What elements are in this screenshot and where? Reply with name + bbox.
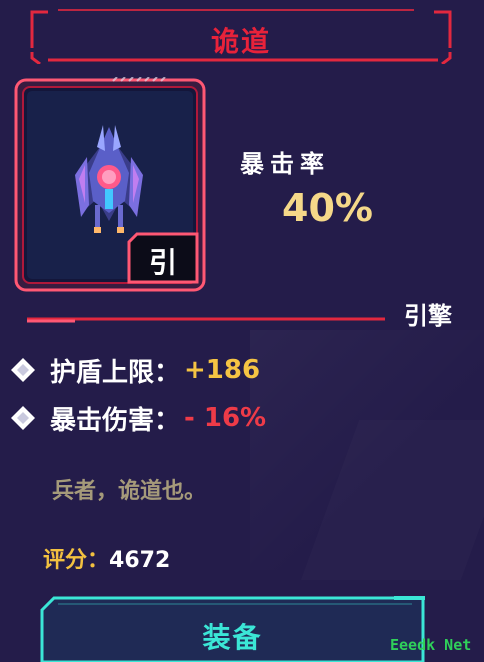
attribute-label: 暴击伤害：: [50, 405, 181, 436]
item-title: 诡道: [210, 25, 271, 58]
score-value: 4672: [109, 548, 171, 573]
diamond-bullet-icon: [10, 357, 36, 383]
title-banner: 诡道: [18, 8, 464, 64]
equip-button[interactable]: 装备: [40, 596, 425, 662]
attribute-row: 护盾上限： +186: [10, 352, 260, 388]
ship-type-badge: 引: [127, 232, 199, 284]
background-decoration: [301, 420, 484, 580]
ship-type-label: 引: [148, 246, 177, 279]
stat-value: 40%: [282, 186, 373, 230]
equip-button-label: 装备: [202, 621, 263, 654]
attribute-value: - 16%: [184, 403, 267, 433]
attribute-value: +186: [184, 355, 261, 385]
category-label: 引擎: [404, 302, 452, 330]
diamond-bullet-icon: [10, 405, 36, 431]
ship-icon: [75, 125, 143, 233]
stat-label: 暴击率: [240, 150, 330, 178]
score: 评分：4672: [43, 542, 170, 574]
background-decoration: [250, 330, 484, 570]
attribute-label: 护盾上限：: [50, 357, 181, 388]
watermark-text: Eeedk Net: [390, 636, 472, 654]
score-label: 评分：: [43, 548, 110, 573]
attribute-row: 暴击伤害： - 16%: [10, 400, 266, 436]
item-description: 兵者，诡道也。: [52, 479, 207, 504]
